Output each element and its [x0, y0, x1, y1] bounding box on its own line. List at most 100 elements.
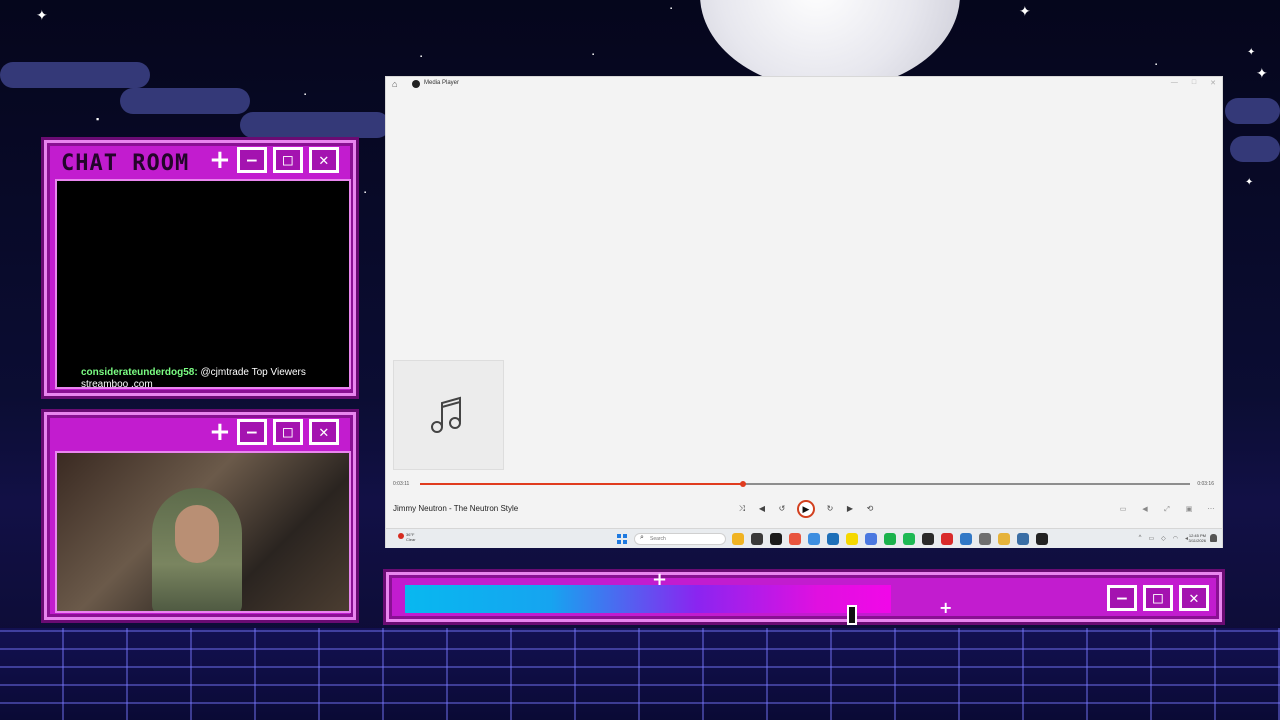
star-dot: ▪	[670, 6, 673, 12]
fullscreen-icon[interactable]: ⤢	[1162, 505, 1172, 515]
taskbar-app-icon[interactable]	[884, 533, 896, 545]
bar-handle	[847, 605, 857, 625]
star-dot: ▪	[592, 52, 595, 58]
media-player-logo-icon	[412, 80, 420, 88]
windows-taskbar: 36°F Clear ⌕ Search ^ ▭ ◇ ◠ ◂ 12:45 PM 3…	[386, 528, 1222, 548]
minimize-icon[interactable]: —	[1171, 79, 1178, 87]
pixel-cloud	[120, 88, 250, 114]
taskbar-app-icon[interactable]	[865, 533, 877, 545]
taskbar-app-icon[interactable]	[941, 533, 953, 545]
seek-bar[interactable]	[420, 481, 1190, 487]
taskbar-app-icon[interactable]	[789, 533, 801, 545]
sparkle-icon: ✦	[36, 7, 48, 23]
plus-icon: +	[209, 145, 231, 175]
chat-username: considerateunderdog58:	[81, 367, 198, 378]
taskbar-search[interactable]: ⌕ Search	[634, 533, 726, 545]
taskbar-app-icon[interactable]	[751, 533, 763, 545]
playback-controls: ⤨ ◀ ↺ ▶ ↻ ▶ ⟲	[737, 500, 875, 518]
taskbar-app-icon[interactable]	[808, 533, 820, 545]
minimize-icon[interactable]: —	[1107, 585, 1137, 611]
minimize-icon[interactable]: —	[236, 147, 267, 173]
plus-icon: +	[652, 569, 668, 590]
album-art-placeholder[interactable]	[393, 360, 504, 470]
taskbar-app-icon[interactable]	[903, 533, 915, 545]
neon-grid-floor	[0, 628, 1280, 720]
webcam-window: + — □ ✕	[44, 412, 356, 620]
streamer-face	[175, 505, 219, 563]
chevron-up-icon[interactable]: ^	[1139, 535, 1142, 542]
taskbar-clock[interactable]: 12:45 PM 3/11/2026	[1189, 533, 1207, 543]
search-placeholder: Search	[650, 536, 666, 542]
chat-message: considerateunderdog58: @cjmtrade Top Vie…	[81, 367, 343, 391]
cast-icon[interactable]: ▣	[1184, 505, 1194, 515]
shield-icon[interactable]: ◇	[1161, 535, 1166, 542]
network-icon[interactable]: ▭	[1148, 535, 1154, 542]
taskbar-app-icon[interactable]	[922, 533, 934, 545]
system-tray: ^ ▭ ◇ ◠ ◂	[1139, 535, 1188, 542]
minimize-icon[interactable]: —	[236, 419, 267, 445]
windows-start-icon[interactable]	[617, 534, 627, 544]
miniplayer-icon[interactable]: ▭	[1118, 505, 1128, 515]
player-options: ▭ ◀ ⤢ ▣ ⋯	[1118, 505, 1216, 515]
star-dot: ▪	[420, 54, 423, 60]
maximize-icon[interactable]: □	[1192, 79, 1196, 87]
star-dot: ▪	[96, 114, 100, 124]
shuffle-icon[interactable]: ⤨	[737, 504, 747, 514]
maximize-icon[interactable]: □	[272, 419, 303, 445]
close-icon[interactable]: ✕	[1210, 79, 1216, 87]
chat-window-controls: + — □ ✕	[209, 147, 339, 173]
clock-date: 3/11/2026	[1188, 538, 1207, 543]
seek-bar-thumb[interactable]	[740, 481, 747, 487]
chat-room-title: CHAT ROOM	[61, 151, 190, 176]
previous-icon[interactable]: ◀	[757, 504, 767, 514]
close-icon[interactable]: ✕	[1179, 585, 1209, 611]
media-player-window: ⌂ Media Player — □ ✕ 0:03:11 0:03:16 Jim…	[385, 76, 1223, 548]
taskbar-app-icon[interactable]	[827, 533, 839, 545]
pixel-cloud	[240, 112, 390, 138]
track-title: Jimmy Neutron - The Neutron Style	[393, 504, 519, 513]
pixel-cloud	[0, 62, 150, 88]
chat-messages-panel: considerateunderdog58: @cjmtrade Top Vie…	[55, 179, 351, 391]
gradient-progress-bar	[405, 585, 891, 613]
window-title: Media Player	[424, 80, 460, 86]
music-note-icon	[431, 396, 461, 433]
taskbar-app-icon[interactable]	[1017, 533, 1029, 545]
weather-widget[interactable]: 36°F Clear	[406, 532, 416, 542]
webcam-window-controls: + — □ ✕	[209, 419, 339, 445]
window-controls: — □ ✕	[1171, 79, 1216, 87]
more-icon[interactable]: ⋯	[1206, 505, 1216, 515]
weather-condition: Clear	[406, 537, 416, 542]
chat-room-window: CHAT ROOM + — □ ✕ considerateunderdog58:…	[44, 140, 356, 396]
play-button[interactable]: ▶	[797, 500, 815, 518]
seek-bar-progress	[420, 483, 744, 485]
notification-icon[interactable]	[1210, 534, 1217, 542]
close-icon[interactable]: ✕	[308, 419, 339, 445]
taskbar-app-icon[interactable]	[979, 533, 991, 545]
volume-icon[interactable]: ◀	[1140, 505, 1150, 515]
repeat-icon[interactable]: ⟲	[865, 504, 875, 514]
pixel-cloud	[1225, 98, 1280, 124]
search-icon: ⌕	[640, 534, 644, 541]
taskbar-app-icon[interactable]	[960, 533, 972, 545]
taskbar-app-icon[interactable]	[1036, 533, 1048, 545]
taskbar-app-icon[interactable]	[732, 533, 744, 545]
taskbar-app-icon[interactable]	[998, 533, 1010, 545]
bottom-bar-window: + + — □ ✕	[386, 569, 1222, 625]
elapsed-time: 0:03:11	[393, 481, 410, 487]
star-dot: ▪	[364, 190, 367, 196]
webcam-feed	[55, 451, 351, 613]
taskbar-app-icon[interactable]	[846, 533, 858, 545]
forward-icon[interactable]: ↻	[825, 504, 835, 514]
star-dot: ▪	[304, 92, 307, 98]
maximize-icon[interactable]: □	[272, 147, 303, 173]
plus-icon: +	[939, 598, 953, 617]
media-player-titlebar: ⌂ Media Player — □ ✕	[386, 77, 1222, 91]
wifi-icon[interactable]: ◠	[1173, 535, 1178, 542]
rewind-icon[interactable]: ↺	[777, 504, 787, 514]
taskbar-app-icon[interactable]	[770, 533, 782, 545]
weather-icon[interactable]	[398, 533, 404, 539]
next-icon[interactable]: ▶	[845, 504, 855, 514]
maximize-icon[interactable]: □	[1143, 585, 1173, 611]
close-icon[interactable]: ✕	[308, 147, 339, 173]
home-icon[interactable]: ⌂	[392, 79, 397, 89]
